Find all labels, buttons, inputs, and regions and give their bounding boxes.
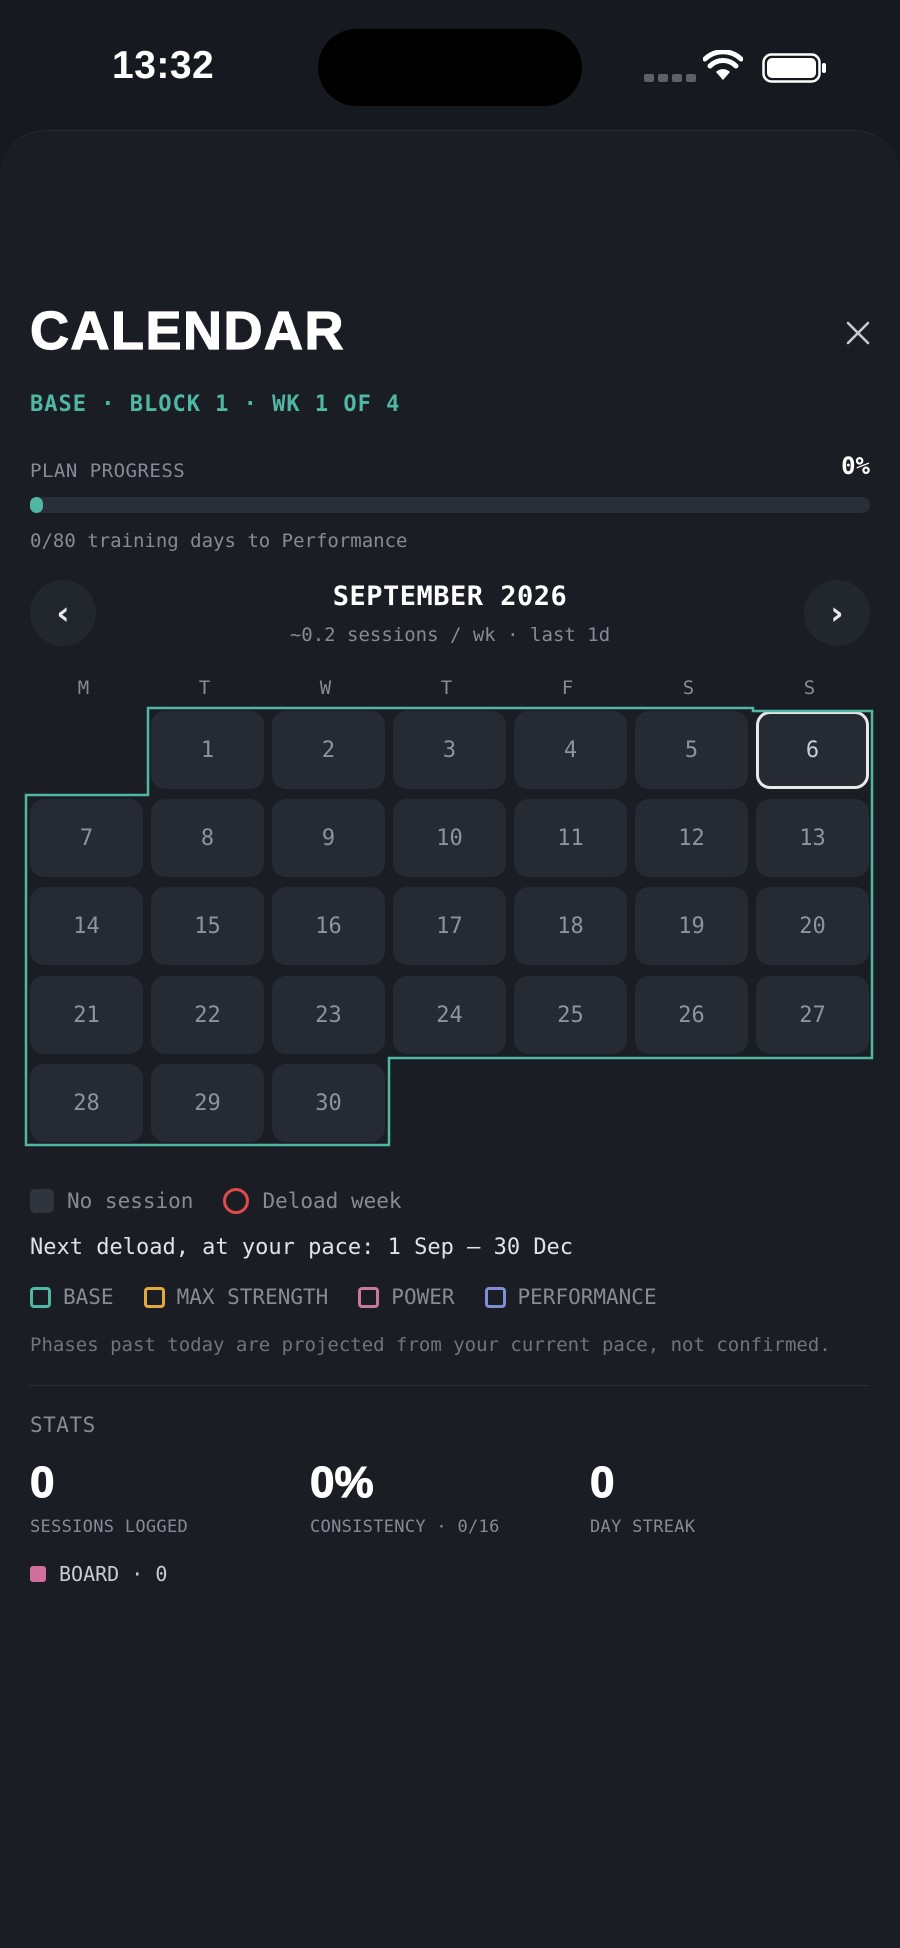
calendar-day[interactable]: 27 [756,976,869,1054]
calendar-day[interactable]: 2 [272,711,385,789]
calendar-day[interactable]: 26 [635,976,748,1054]
calendar-day[interactable]: 30 [272,1064,385,1142]
plan-progress-label: PLAN PROGRESS [30,460,186,482]
divider [30,1385,870,1386]
weekday-label: T [198,677,211,699]
calendar-day[interactable]: 29 [151,1064,264,1142]
deload-week-label: Deload week [262,1189,402,1213]
calendar-day[interactable]: 20 [756,887,869,965]
calendar-day[interactable]: 4 [514,711,627,789]
calendar-day[interactable]: 11 [514,799,627,877]
calendar-day[interactable]: 21 [30,976,143,1054]
wifi-icon [703,50,743,80]
calendar-day[interactable]: 18 [514,887,627,965]
calendar-day[interactable]: 8 [151,799,264,877]
board-swatch [30,1566,46,1582]
calendar-day[interactable]: 12 [635,799,748,877]
calendar-day[interactable]: 22 [151,976,264,1054]
dynamic-island [318,29,582,106]
board-stat: BOARD · 0 [30,1562,167,1586]
weekday-label: M [77,677,90,699]
phase-label: MAX STRENGTH [176,1285,329,1309]
phase-swatch [143,1286,165,1308]
no-session-label: No session [67,1189,194,1213]
phase-legend-item: MAX STRENGTH [143,1285,329,1309]
calendar-day[interactable]: 25 [514,976,627,1054]
calendar-day-today[interactable]: 6 [756,711,869,789]
weekday-label: T [440,677,453,699]
weekday-label: S [803,677,816,699]
phase-legend-item: PERFORMANCE [484,1285,657,1309]
weekday-header: M T W T F S S [27,677,870,701]
stats-heading: STATS [30,1413,96,1437]
calendar-day[interactable]: 3 [393,711,506,789]
calendar-day[interactable]: 10 [393,799,506,877]
cellular-signal-icon [644,74,696,82]
phase-swatch [484,1286,506,1308]
session-legend: No session Deload week [30,1188,402,1214]
battery-icon [762,53,826,83]
phase-label: PERFORMANCE [517,1285,657,1309]
phase-legend: BASE MAX STRENGTH POWER PERFORMANCE [30,1285,687,1309]
calendar-day[interactable]: 9 [272,799,385,877]
phase-projection-note: Phases past today are projected from you… [30,1334,831,1356]
day-streak-caption: DAY STREAK [590,1517,696,1537]
calendar-day[interactable]: 5 [635,711,748,789]
plan-progress-note: 0/80 training days to Performance [30,530,408,552]
month-subtitle: ~0.2 sessions / wk · last 1d [289,624,611,646]
calendar-day[interactable]: 14 [30,887,143,965]
calendar-day[interactable]: 15 [151,887,264,965]
phase-swatch [30,1286,51,1308]
phase-swatch [358,1286,380,1308]
phase-label: POWER [391,1285,455,1309]
close-icon[interactable] [840,315,876,351]
month-title: SEPTEMBER 2026 [332,581,568,612]
calendar-day[interactable]: 13 [756,799,869,877]
phase-block-subtitle: BASE · BLOCK 1 · WK 1 OF 4 [30,392,401,417]
sessions-logged-caption: SESSIONS LOGGED [30,1517,189,1537]
weekday-label: S [682,677,695,699]
consistency-value: 0% [310,1458,375,1508]
board-label: BOARD · 0 [59,1562,168,1586]
calendar-day[interactable]: 1 [151,711,264,789]
plan-progress-percent: 0% [841,452,870,480]
no-session-swatch [30,1189,54,1213]
plan-progress-bar [30,497,870,513]
calendar-day[interactable]: 28 [30,1064,143,1142]
phase-legend-item: POWER [358,1285,455,1309]
next-deload-text: Next deload, at your pace: 1 Sep – 30 De… [30,1235,574,1260]
sessions-logged-value: 0 [29,1458,55,1508]
calendar-day[interactable]: 19 [635,887,748,965]
calendar-day[interactable]: 7 [30,799,143,877]
calendar-day[interactable]: 17 [393,887,506,965]
plan-progress-fill [30,497,43,513]
weekday-label: W [319,677,332,699]
deload-week-swatch [223,1188,250,1214]
day-streak-value: 0 [589,1458,615,1508]
next-month-button[interactable]: › [804,580,870,646]
calendar-day[interactable]: 23 [272,976,385,1054]
status-time: 13:32 [112,44,215,87]
weekday-label: F [561,677,574,699]
calendar-day[interactable]: 16 [272,887,385,965]
page-title: CALENDAR [29,300,345,361]
phase-label: BASE [63,1285,114,1309]
phase-legend-item: BASE [30,1285,114,1309]
consistency-caption: CONSISTENCY · 0/16 [310,1517,500,1537]
calendar-day[interactable]: 24 [393,976,506,1054]
